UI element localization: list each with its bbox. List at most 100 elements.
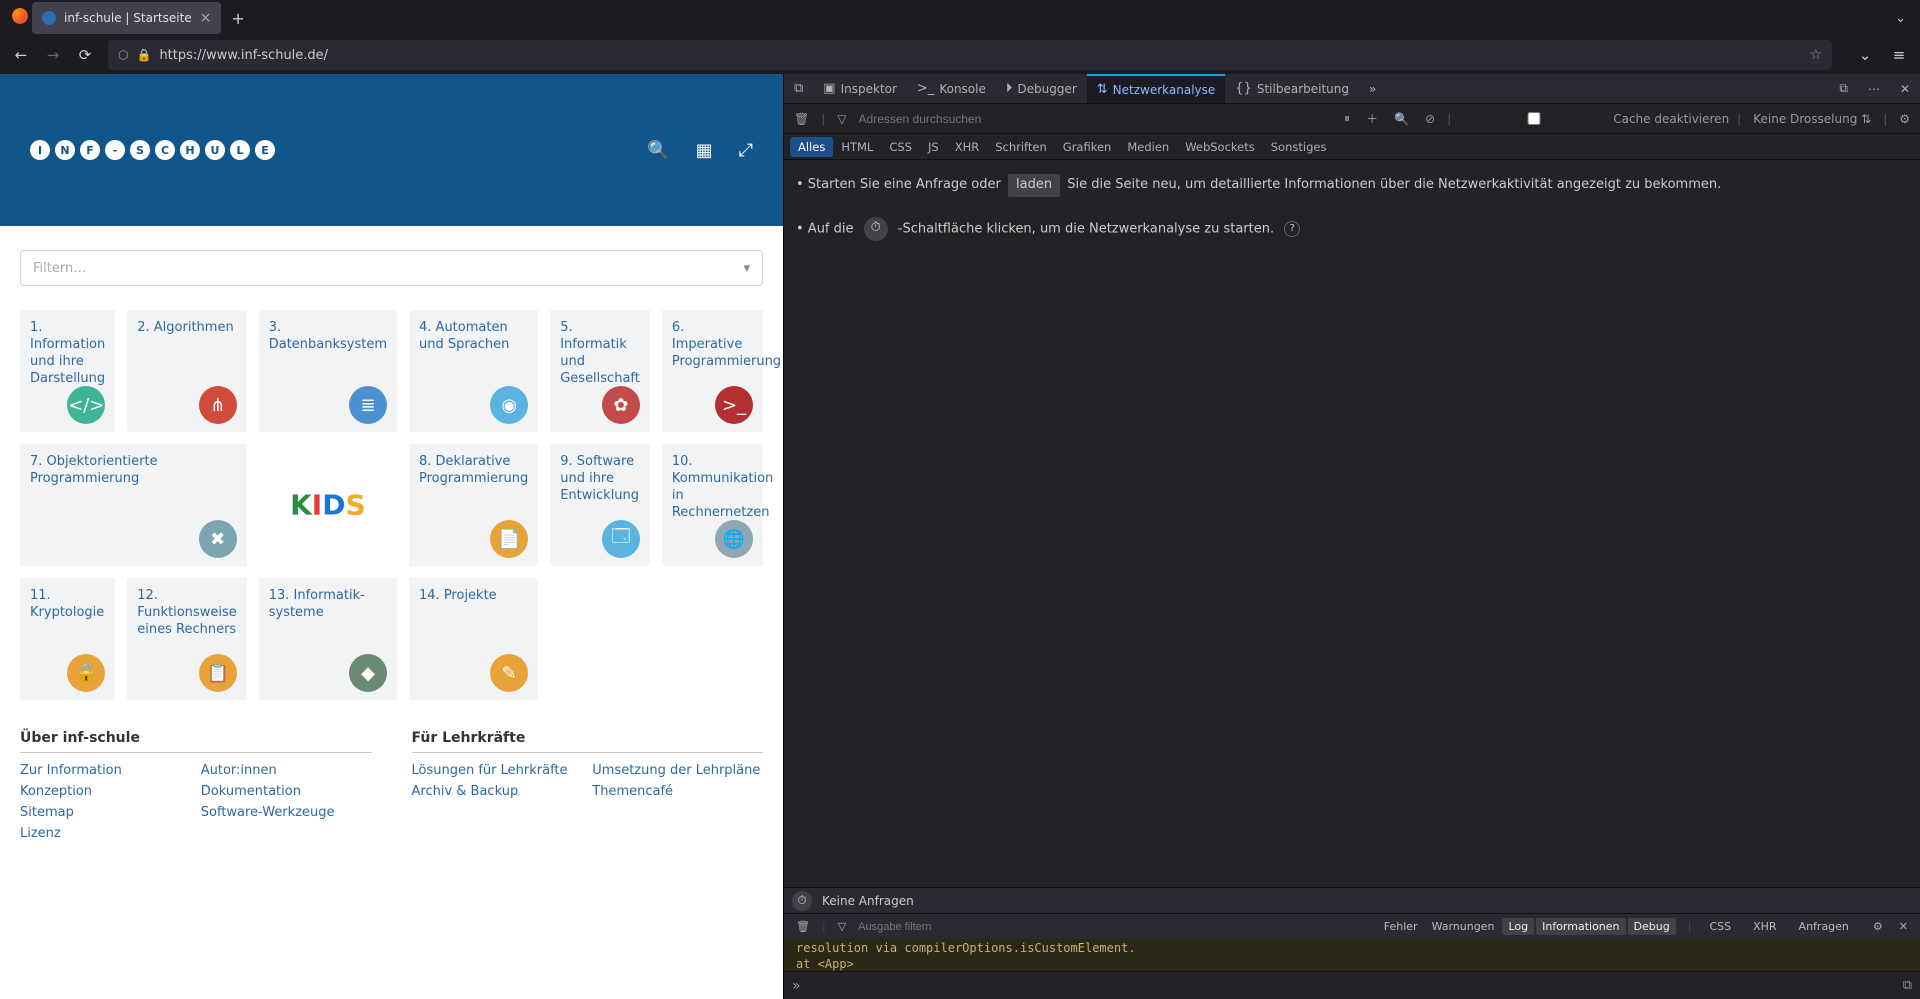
bookmark-star-icon[interactable]: ☆: [1809, 47, 1822, 63]
console-filter-input[interactable]: [858, 921, 968, 933]
devtools-tab-debugger[interactable]: ⏵Debugger: [996, 74, 1087, 103]
filter-input[interactable]: Filtern… ▾: [20, 250, 763, 286]
throttling-select[interactable]: Keine Drosselung ⇅: [1749, 110, 1875, 128]
devtools-iframe-picker-icon[interactable]: ⧉: [784, 74, 813, 103]
devtools-tab-inspektor[interactable]: ▣Inspektor: [813, 74, 907, 103]
topic-tile[interactable]: 14. Projekte✎: [409, 578, 538, 700]
devtools-responsive-icon[interactable]: ⧉: [1829, 74, 1858, 103]
back-button[interactable]: ←: [12, 46, 30, 64]
filter-chip-html[interactable]: HTML: [833, 137, 881, 157]
footer-link[interactable]: Lizenz: [20, 826, 191, 841]
qr-icon[interactable]: ▦: [696, 140, 713, 161]
stopwatch-icon[interactable]: ⏱: [864, 217, 888, 241]
console-prompt-icon: »: [792, 978, 801, 994]
footer-link[interactable]: Autor:innen: [201, 763, 372, 778]
trash-icon[interactable]: 🗑: [790, 110, 813, 128]
site-logo[interactable]: INF-SCHULE: [30, 140, 275, 160]
status-text: Keine Anfragen: [822, 894, 914, 908]
block-icon[interactable]: ⊘: [1421, 110, 1439, 128]
console-split-icon[interactable]: ⧉: [1903, 978, 1912, 993]
filter-chip-xhr[interactable]: XHR: [947, 137, 988, 157]
window-menu-icon[interactable]: ⌄: [1895, 11, 1906, 26]
devtools-tab-stilbearbeitung[interactable]: {}Stilbearbeitung: [1225, 74, 1359, 103]
filter-chip-js[interactable]: JS: [920, 137, 947, 157]
tile-title: 3. Datenbanksystem: [269, 320, 387, 354]
plus-icon[interactable]: ＋: [1362, 108, 1382, 129]
console-cat-css[interactable]: CSS: [1703, 918, 1737, 935]
devtools-close-icon[interactable]: ✕: [1890, 74, 1920, 103]
kids-logo: KIDS: [290, 489, 366, 522]
pocket-icon[interactable]: ⌄: [1856, 46, 1874, 64]
console-level-warnungen[interactable]: Warnungen: [1426, 918, 1501, 935]
devtools-menu-icon[interactable]: ⋯: [1858, 74, 1890, 103]
console-input-row[interactable]: » ⧉: [784, 971, 1920, 999]
logo-letter: H: [180, 140, 200, 160]
footer-link[interactable]: Software-Werkzeuge: [201, 805, 372, 820]
filter-icon[interactable]: ▽: [833, 110, 850, 128]
search-icon[interactable]: 🔍: [1390, 110, 1413, 128]
footer-link[interactable]: Lösungen für Lehrkräfte: [412, 763, 583, 778]
expand-icon[interactable]: ⤢: [739, 140, 753, 161]
topic-tile[interactable]: 4. Automaten und Sprachen◉: [409, 310, 538, 432]
console-filter-icon[interactable]: ▽: [834, 918, 850, 935]
footer-link[interactable]: Konzeption: [20, 784, 191, 799]
console-level-informationen[interactable]: Informationen: [1536, 918, 1625, 935]
topic-tile[interactable]: 3. Datenbanksystem≣: [259, 310, 397, 432]
topic-tile[interactable]: 13. Informatik­systeme◆: [259, 578, 397, 700]
console-level-debug[interactable]: Debug: [1628, 918, 1676, 935]
console-level-fehler[interactable]: Fehler: [1378, 918, 1424, 935]
topic-tile[interactable]: 1. Information und ihre Darstellung</>: [20, 310, 115, 432]
pause-icon[interactable]: ⏸: [1340, 109, 1354, 128]
footer-link[interactable]: Archiv & Backup: [412, 784, 583, 799]
topic-tile[interactable]: 9. Software und ihre Entwicklung🗔: [550, 444, 650, 566]
console-filter-bar: 🗑 | ▽ FehlerWarnungenLogInformationenDeb…: [784, 913, 1920, 939]
topic-tile[interactable]: 12. Funktionsweise eines Rechners📋: [127, 578, 246, 700]
browser-tab[interactable]: inf-schule | Startseite ×: [32, 2, 221, 34]
footer-link[interactable]: Dokumentation: [201, 784, 372, 799]
console-close-icon[interactable]: ✕: [1895, 918, 1912, 935]
console-trash-icon[interactable]: 🗑: [792, 918, 814, 935]
reload-hint-button[interactable]: laden: [1008, 174, 1060, 197]
topic-tile[interactable]: 10. Kommunikation in Rechnernetzen🌐: [662, 444, 763, 566]
search-icon[interactable]: 🔍: [647, 140, 669, 161]
console-level-log[interactable]: Log: [1502, 918, 1534, 935]
console-cat-anfragen[interactable]: Anfragen: [1793, 918, 1855, 935]
url-bar[interactable]: ⬡ 🔒 https://www.inf-schule.de/ ☆: [108, 40, 1832, 70]
filter-chip-grafiken[interactable]: Grafiken: [1055, 137, 1120, 157]
tab-close-icon[interactable]: ×: [200, 10, 212, 26]
console-settings-icon[interactable]: ⚙: [1869, 918, 1887, 935]
app-menu-icon[interactable]: ≡: [1890, 46, 1908, 64]
topic-tile[interactable]: 2. Algorithmen⋔: [127, 310, 246, 432]
topic-tile[interactable]: 7. Objektorientierte Programmierung✖: [20, 444, 247, 566]
footer-link[interactable]: Themencafé: [592, 784, 763, 799]
devtools-more-tabs-icon[interactable]: »: [1359, 74, 1386, 103]
logo-letter: E: [255, 140, 275, 160]
topic-tile[interactable]: 11. Kryptologie🔒: [20, 578, 115, 700]
devtools-tab-konsole[interactable]: >_Konsole: [907, 74, 996, 103]
reload-button[interactable]: ⟳: [76, 46, 94, 64]
topic-tile[interactable]: 8. Deklarative Programmierung📄: [409, 444, 538, 566]
filter-chip-sonstiges[interactable]: Sonstiges: [1263, 137, 1335, 157]
topic-tile[interactable]: 6. Imperative Programmierung>_: [662, 310, 763, 432]
tile-title: 8. Deklarative Programmierung: [419, 454, 528, 488]
devtools-tab-netzwerkanalyse[interactable]: ⇅Netzwerkanalyse: [1087, 74, 1226, 103]
shield-icon[interactable]: ⬡: [118, 48, 128, 62]
tile-icon: ✖: [199, 520, 237, 558]
footer-link[interactable]: Zur Information: [20, 763, 191, 778]
stopwatch-icon[interactable]: ⏱: [792, 891, 812, 911]
console-cat-xhr[interactable]: XHR: [1747, 918, 1782, 935]
new-tab-button[interactable]: +: [231, 9, 244, 28]
filter-chip-alles[interactable]: Alles: [790, 137, 833, 157]
filter-chip-css[interactable]: CSS: [881, 137, 920, 157]
topic-tile[interactable]: 5. Informatik und Gesellschaft✿: [550, 310, 650, 432]
filter-chip-websockets[interactable]: WebSockets: [1177, 137, 1263, 157]
footer-link[interactable]: Umsetzung der Lehrpläne: [592, 763, 763, 778]
help-icon[interactable]: ?: [1284, 221, 1300, 237]
settings-gear-icon[interactable]: ⚙: [1895, 110, 1914, 128]
filter-chip-schriften[interactable]: Schriften: [987, 137, 1055, 157]
network-search-input[interactable]: [859, 112, 1014, 126]
footer-link[interactable]: Sitemap: [20, 805, 191, 820]
topic-tile[interactable]: KIDS: [259, 444, 397, 566]
filter-chip-medien[interactable]: Medien: [1119, 137, 1177, 157]
disable-cache-checkbox[interactable]: Cache deaktivieren: [1459, 112, 1729, 126]
